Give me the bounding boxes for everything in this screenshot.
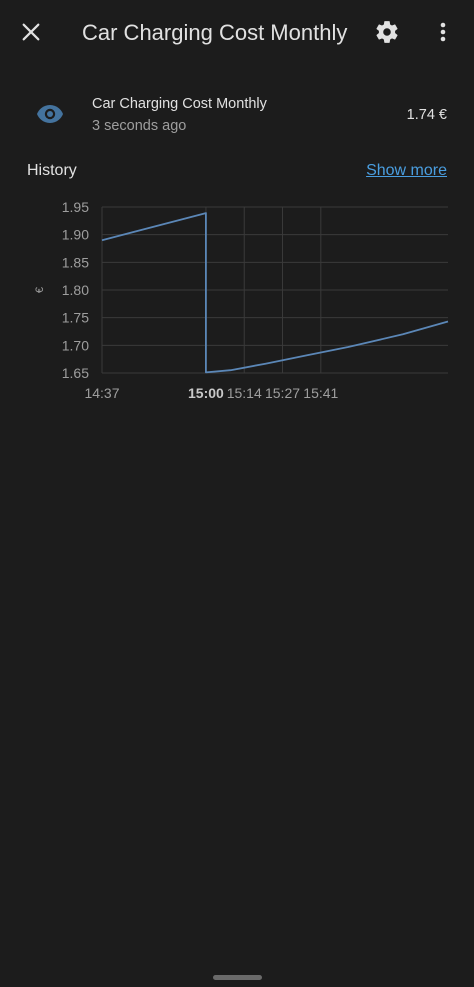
eye-icon xyxy=(34,100,66,128)
entity-row: Car Charging Cost Monthly 3 seconds ago … xyxy=(0,84,474,146)
y-tick-label: 1.90 xyxy=(62,227,89,243)
entity-state: 1.74 € xyxy=(406,107,447,123)
y-tick-label: 1.80 xyxy=(62,282,89,298)
dialog-title: Car Charging Cost Monthly xyxy=(82,20,348,45)
entity-name: Car Charging Cost Monthly xyxy=(92,96,267,112)
y-tick-label: 1.70 xyxy=(62,337,89,353)
y-tick-label: 1.85 xyxy=(62,254,89,270)
home-indicator xyxy=(213,975,262,980)
y-axis-label: € xyxy=(34,287,46,293)
x-tick-label: 15:00 xyxy=(188,385,224,401)
x-tick-label: 15:41 xyxy=(303,385,338,401)
close-button[interactable] xyxy=(13,14,49,50)
x-tick-label: 15:27 xyxy=(265,385,300,401)
y-tick-label: 1.65 xyxy=(62,365,89,381)
y-tick-label: 1.75 xyxy=(62,310,89,326)
history-title: History xyxy=(27,162,77,179)
settings-button[interactable] xyxy=(369,14,405,50)
x-tick-label: 15:14 xyxy=(227,385,262,401)
more-vert-icon xyxy=(440,22,446,42)
top-app-bar: Car Charging Cost Monthly xyxy=(0,0,474,66)
more-options-button[interactable] xyxy=(426,14,460,50)
gear-icon xyxy=(376,21,398,43)
history-chart: 1.951.901.851.801.751.701.6514:37 15:00 15… xyxy=(34,199,449,401)
entity-last-changed: 3 seconds ago xyxy=(92,118,187,134)
series-line xyxy=(101,212,449,374)
show-more-link[interactable]: Show more xyxy=(366,162,447,180)
y-tick-label: 1.95 xyxy=(62,199,89,215)
close-icon xyxy=(22,23,40,41)
x-tick-label: 14:37 xyxy=(84,385,119,401)
